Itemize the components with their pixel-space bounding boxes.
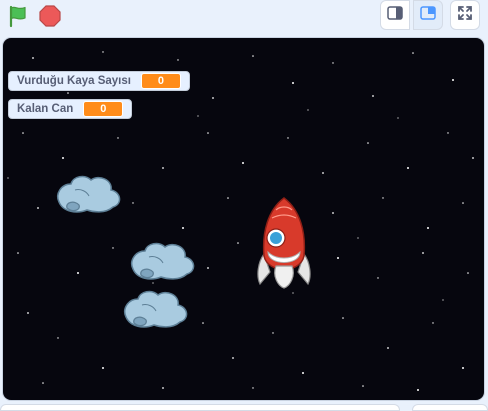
fullscreen-icon <box>457 5 473 26</box>
monitor-value: 0 <box>83 101 124 117</box>
stage-pane-edge <box>412 404 488 411</box>
small-stage-button[interactable] <box>380 0 410 30</box>
fullscreen-button[interactable] <box>450 0 480 30</box>
monitor-label: Kalan Can <box>17 103 74 115</box>
rock-sprite[interactable] <box>127 239 197 283</box>
stop-sign-icon[interactable] <box>39 5 61 27</box>
rock-sprite[interactable] <box>120 287 190 331</box>
starfield-background <box>7 51 474 391</box>
small-stage-icon <box>387 5 403 25</box>
monitor-lives-left[interactable]: Kalan Can 0 <box>8 99 133 119</box>
monitor-value: 0 <box>140 73 181 89</box>
rock-sprite[interactable] <box>53 172 123 216</box>
rocket-sprite[interactable] <box>254 196 314 290</box>
monitor-rocks-hit[interactable]: Vurduğu Kaya Sayısı 0 <box>8 71 190 91</box>
monitor-label: Vurduğu Kaya Sayısı <box>17 75 131 87</box>
green-flag-icon[interactable] <box>6 4 30 28</box>
large-stage-icon <box>420 5 436 25</box>
stage-controls <box>0 0 488 34</box>
sprite-pane-edge <box>0 404 400 411</box>
large-stage-button[interactable] <box>413 0 443 30</box>
stage[interactable]: Vurduğu Kaya Sayısı 0 Kalan Can 0 <box>3 38 484 400</box>
